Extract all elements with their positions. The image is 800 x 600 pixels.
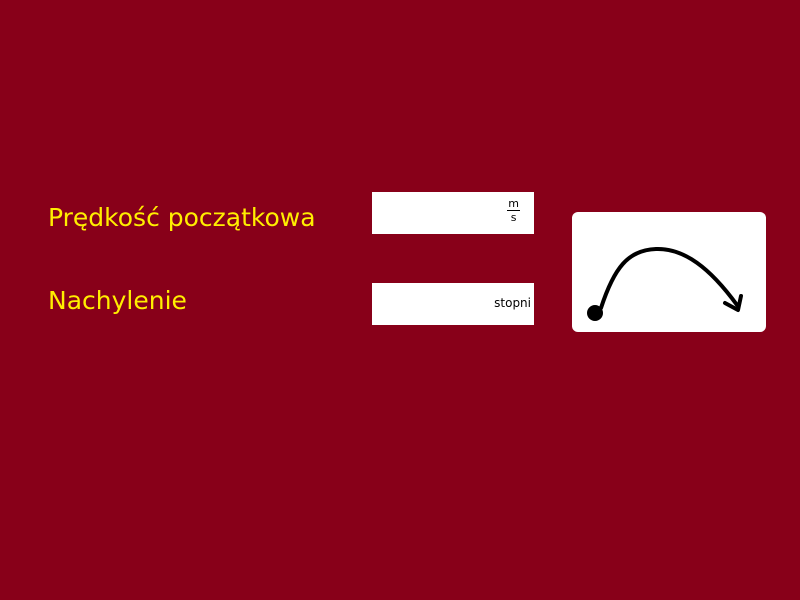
velocity-input[interactable] — [372, 192, 488, 234]
angle-input[interactable] — [372, 283, 488, 325]
velocity-label: Prędkość początkowa — [48, 203, 316, 232]
angle-unit: stopni — [494, 296, 531, 310]
projectile-arc-icon — [587, 246, 743, 321]
angle-label: Nachylenie — [48, 286, 187, 315]
velocity-unit-denominator: s — [510, 211, 517, 224]
velocity-field[interactable]: m s — [372, 192, 534, 234]
angle-field[interactable]: stopni — [372, 283, 534, 325]
velocity-unit-numerator: m — [507, 197, 520, 211]
velocity-unit: m s — [507, 197, 520, 224]
launch-button[interactable] — [572, 212, 766, 332]
